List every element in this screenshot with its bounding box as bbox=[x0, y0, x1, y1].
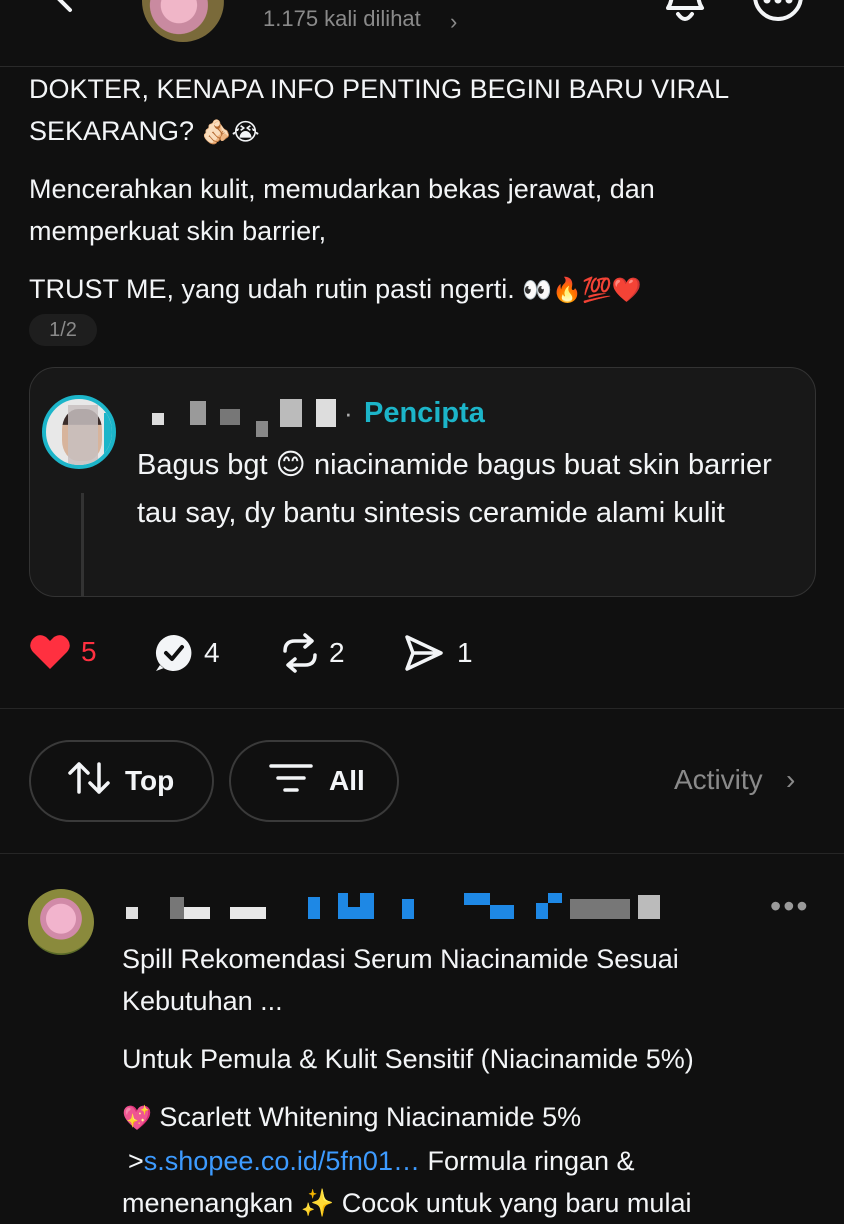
divider bbox=[0, 708, 844, 709]
thread-line bbox=[81, 493, 84, 597]
reply-text: Bagus bgt 😊 niacinamide bagus buat skin … bbox=[137, 449, 772, 529]
activity-link[interactable]: Activity bbox=[674, 764, 763, 796]
share-button[interactable]: 1 bbox=[403, 633, 473, 673]
sort-arrows-icon bbox=[67, 760, 111, 803]
comment-line-5: >s.shopee.co.id/5fn01… Formula ringan & bbox=[128, 1146, 635, 1176]
heart-icon bbox=[29, 633, 71, 671]
view-count[interactable]: 1.175 kali dilihat bbox=[263, 6, 421, 32]
comment-line-4: 💖 Scarlett Whitening Niacinamide 5% bbox=[122, 1102, 582, 1132]
share-count: 1 bbox=[457, 637, 473, 668]
like-count: 5 bbox=[81, 636, 97, 667]
image-pager-badge: 1/2 bbox=[29, 314, 97, 346]
comment-line-6: menenangkan ✨ Cocok untuk yang baru mula… bbox=[122, 1188, 692, 1218]
post-text-line-2: SEKARANG? 🫵🏻😭 bbox=[29, 116, 260, 146]
sort-label: Top bbox=[125, 765, 175, 796]
post-paragraph-3: TRUST ME, yang udah rutin pasti ngerti. … bbox=[29, 274, 642, 304]
redacted-username bbox=[120, 395, 350, 439]
repost-icon bbox=[279, 633, 321, 673]
repost-count: 2 bbox=[329, 637, 345, 668]
redacted-username bbox=[118, 893, 678, 923]
creator-badge: Pencipta bbox=[364, 397, 485, 429]
chevron-right-icon: › bbox=[786, 764, 796, 795]
chevron-right-icon: › bbox=[450, 9, 458, 34]
emoji: 👀🔥💯❤️ bbox=[522, 276, 642, 304]
back-arrow-icon[interactable] bbox=[50, 0, 98, 26]
shopee-link[interactable]: s.shopee.co.id/5fn01… bbox=[144, 1146, 420, 1176]
filter-all-button[interactable]: All bbox=[229, 740, 399, 822]
post-text-line-1: DOKTER, KENAPA INFO PENTING BEGINI BARU … bbox=[29, 74, 730, 104]
comment-line-1: Spill Rekomendasi Serum Niacinamide Sesu… bbox=[122, 944, 679, 974]
filter-lines-icon bbox=[269, 763, 313, 800]
filter-label: All bbox=[329, 765, 365, 796]
comment-button[interactable]: 4 bbox=[154, 633, 220, 673]
repost-button[interactable]: 2 bbox=[279, 633, 345, 673]
separator-dot: · bbox=[344, 398, 353, 428]
reply-avatar[interactable] bbox=[42, 395, 116, 469]
comment-line-3: Untuk Pemula & Kulit Sensitif (Niacinami… bbox=[122, 1044, 694, 1074]
commenter-avatar[interactable] bbox=[28, 889, 94, 955]
comment-count: 4 bbox=[204, 637, 220, 668]
like-button[interactable]: 5 bbox=[29, 633, 97, 671]
comment-more-icon[interactable]: ••• bbox=[770, 888, 810, 925]
send-icon bbox=[403, 633, 445, 673]
comment-line-2: Kebutuhan ... bbox=[122, 986, 283, 1016]
comment-check-icon bbox=[154, 633, 194, 673]
sparkling-heart-emoji: 💖 bbox=[122, 1104, 152, 1132]
emoji: 🫵🏻😭 bbox=[201, 118, 260, 146]
top-bar bbox=[0, 0, 844, 67]
divider bbox=[0, 853, 844, 854]
more-options-icon[interactable] bbox=[752, 0, 804, 24]
post-paragraph-2: Mencerahkan kulit, memudarkan bekas jera… bbox=[29, 174, 655, 246]
bell-icon[interactable] bbox=[660, 0, 710, 26]
sort-top-button[interactable]: Top bbox=[29, 740, 214, 822]
